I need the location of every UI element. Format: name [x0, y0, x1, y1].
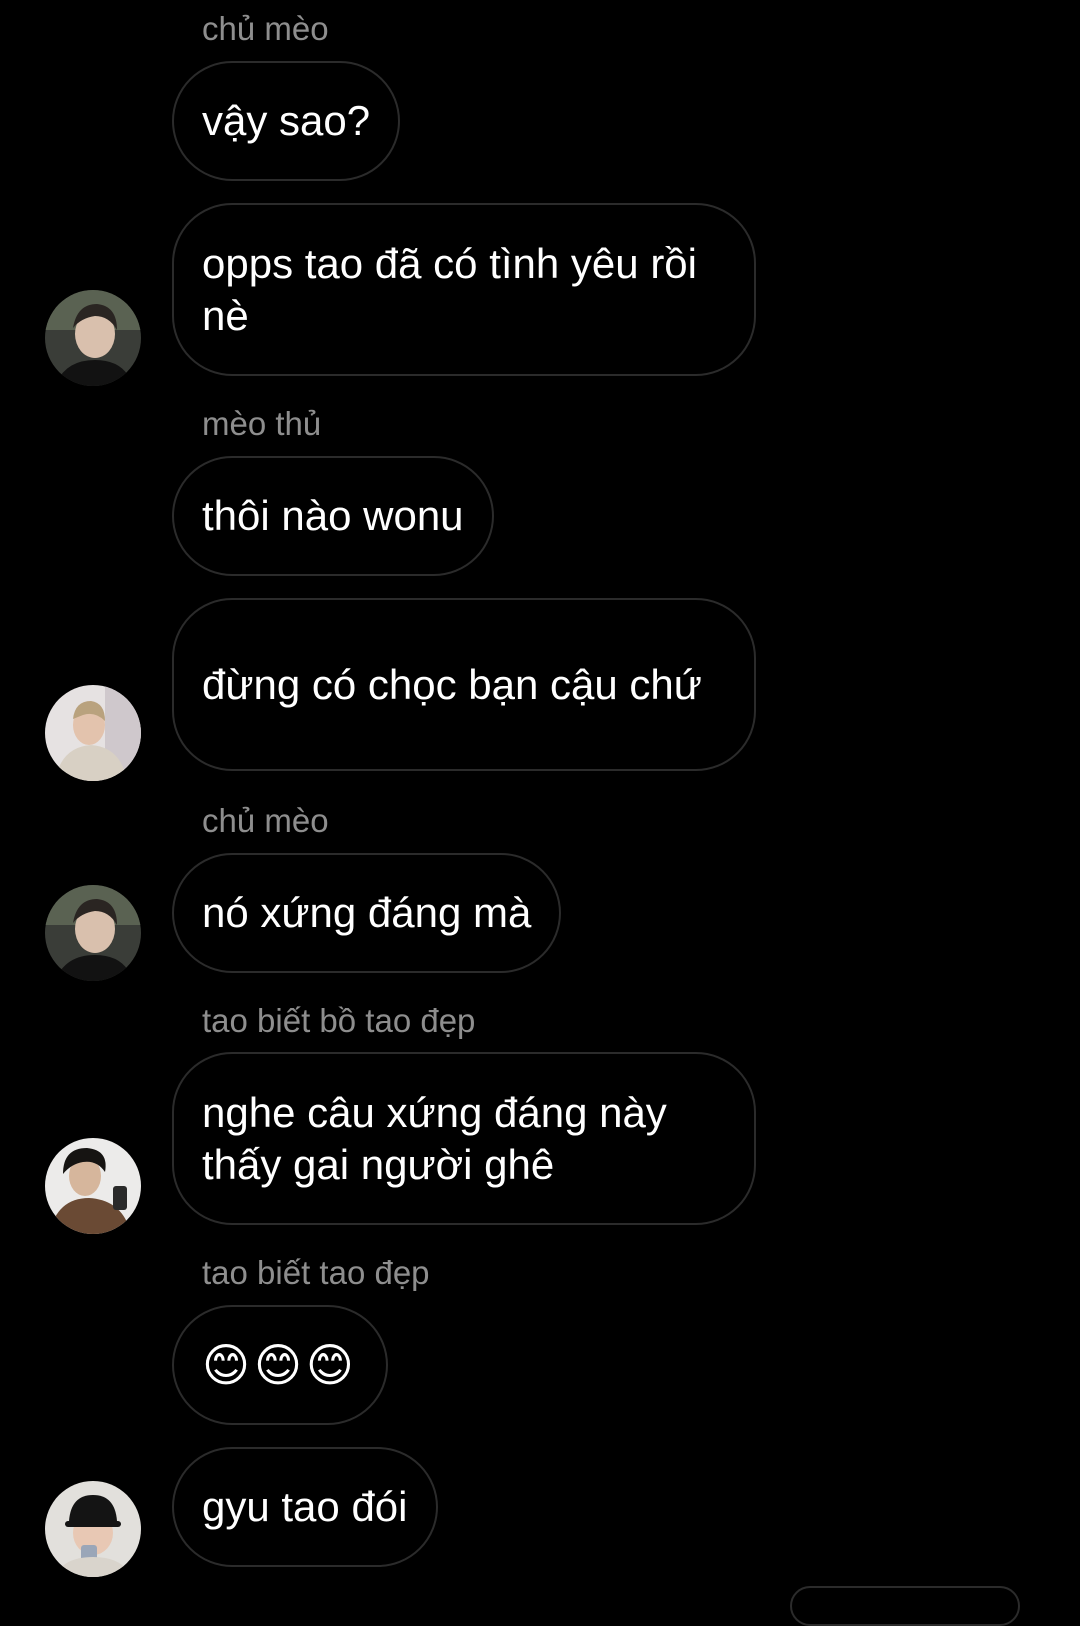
- avatar-chu-meo-icon: [45, 290, 141, 386]
- message-bubble[interactable]: đừng có chọc bạn cậu chứ: [172, 598, 756, 771]
- sender-name: tao biết bồ tao đẹp: [202, 1002, 476, 1039]
- message-bubble[interactable]: thôi nào wonu: [172, 456, 494, 576]
- sender-name: chủ mèo: [202, 10, 329, 47]
- message-text: vậy sao?: [202, 97, 371, 144]
- sender-name: chủ mèo: [202, 802, 329, 839]
- avatar-tao-biet-tao-dep-icon: [45, 1481, 141, 1577]
- avatar-chu-meo-icon: [45, 885, 141, 981]
- avatar[interactable]: [45, 885, 141, 981]
- message-text: đừng có chọc bạn cậu chứ: [202, 660, 702, 708]
- message-text: 😊😊😊: [202, 1339, 358, 1391]
- message-thread[interactable]: chủ mèo vậy sao? opps tao đã có tình yêu…: [0, 0, 1080, 1626]
- avatar[interactable]: [45, 290, 141, 386]
- avatar-meo-thu-icon: [45, 685, 141, 781]
- avatar[interactable]: [45, 1481, 141, 1577]
- message-bubble[interactable]: vậy sao?: [172, 61, 401, 181]
- message-text: thôi nào wonu: [202, 492, 464, 539]
- sender-name: mèo thủ: [202, 405, 322, 442]
- message-bubble[interactable]: opps tao đã có tình yêu rồi nè: [172, 203, 756, 376]
- message-text: opps tao đã có tình yêu rồi nè: [202, 239, 697, 339]
- message-bubble[interactable]: nó xứng đáng mà: [172, 853, 562, 973]
- avatar[interactable]: [45, 685, 141, 781]
- message-text: nghe câu xứng đáng này thấy gai người gh…: [202, 1088, 667, 1188]
- message-bubble[interactable]: nghe câu xứng đáng này thấy gai người gh…: [172, 1052, 756, 1225]
- message-text: nó xứng đáng mà: [202, 889, 532, 936]
- message-text: gyu tao đói: [202, 1483, 408, 1530]
- outgoing-message-bubble-partial[interactable]: [790, 1586, 1020, 1626]
- sender-name: tao biết tao đẹp: [202, 1254, 430, 1291]
- message-bubble[interactable]: gyu tao đói: [172, 1447, 438, 1567]
- avatar[interactable]: [45, 1138, 141, 1234]
- message-bubble[interactable]: 😊😊😊: [172, 1305, 388, 1425]
- avatar-tao-biet-bo-tao-dep-icon: [45, 1138, 141, 1234]
